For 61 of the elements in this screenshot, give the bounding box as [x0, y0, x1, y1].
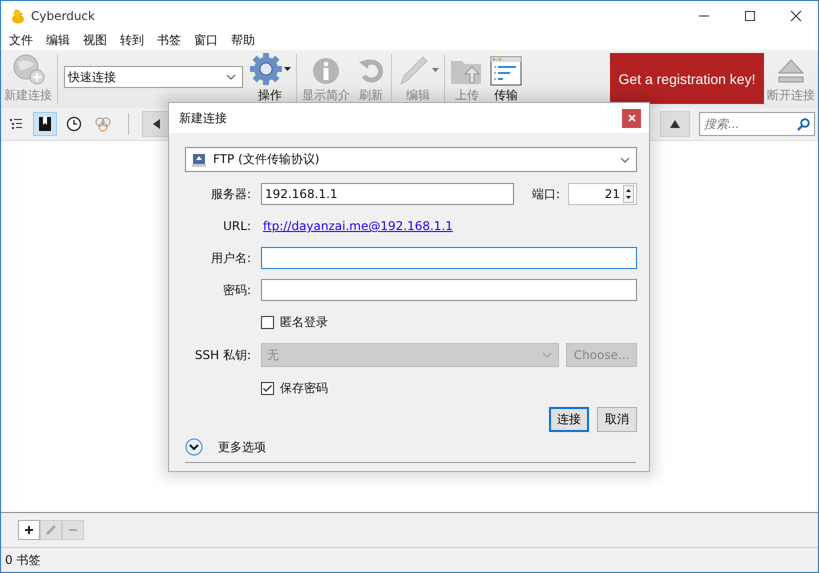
cancel-button[interactable]: 取消 [597, 407, 637, 432]
close-button[interactable] [622, 108, 641, 128]
quick-connect-combo[interactable]: 快速连接 [64, 66, 243, 88]
close-icon [628, 114, 636, 122]
menu-item[interactable]: 文件 [9, 32, 33, 48]
server-drive-icon [191, 152, 207, 168]
server-field[interactable]: 192.168.1.1 [261, 183, 514, 205]
gear-icon [249, 52, 283, 86]
password-field[interactable] [261, 279, 637, 301]
clock-icon [66, 116, 82, 132]
url-label: URL: [222, 219, 251, 233]
left-triangle-icon [153, 119, 161, 129]
window-title: Cyberduck [31, 8, 95, 22]
anonymous-label: 匿名登录 [280, 314, 328, 330]
rings-icon [94, 116, 112, 132]
menu-item[interactable]: 编辑 [46, 32, 70, 48]
port-label: 端口: [532, 186, 560, 202]
transfer-list-icon [490, 56, 522, 86]
username-field[interactable] [261, 247, 637, 269]
port-field[interactable]: 21 [568, 183, 637, 205]
bookmark-icon [38, 116, 52, 132]
more-options-label[interactable]: 更多选项 [218, 438, 266, 456]
registration-button[interactable]: Get a registration key! [610, 53, 764, 104]
status-text: 0 书签 [5, 552, 40, 568]
server-label: 服务器: [210, 186, 251, 202]
up-button[interactable] [660, 111, 690, 137]
caret-icon [284, 67, 291, 71]
save-password-label: 保存密码 [280, 380, 328, 396]
pencil-icon [45, 524, 57, 536]
menu-item[interactable]: 书签 [157, 32, 181, 48]
dialog-title: 新建连接 [179, 110, 227, 126]
menu-item[interactable]: 转到 [120, 32, 144, 48]
up-triangle-icon [670, 120, 680, 128]
menu-item[interactable]: 窗口 [194, 32, 218, 48]
plus-icon [24, 525, 34, 535]
password-label: 密码: [222, 282, 251, 298]
menu-item[interactable]: 视图 [83, 32, 107, 48]
add-button[interactable] [18, 520, 40, 540]
chevron-down-icon [226, 74, 236, 80]
caret-icon [432, 68, 439, 72]
expand-icon[interactable] [185, 438, 203, 456]
username-label: 用户名: [210, 250, 251, 266]
chevron-down-icon [620, 156, 630, 162]
connect-button[interactable]: 连接 [549, 407, 589, 432]
protocol-select[interactable]: FTP (文件传输协议) [185, 147, 637, 172]
spinner-icon[interactable] [623, 185, 634, 203]
chevron-down-icon [542, 352, 552, 358]
maximize-icon[interactable] [744, 10, 756, 22]
url-link[interactable]: ftp://dayanzai.me@192.168.1.1 [263, 219, 453, 233]
anonymous-checkbox[interactable] [261, 316, 274, 328]
outline-list-icon [9, 117, 23, 131]
duck-icon [11, 8, 25, 24]
close-icon[interactable] [790, 10, 802, 22]
search-icon[interactable] [797, 118, 810, 131]
save-password-checkbox[interactable] [261, 382, 274, 394]
menu-item[interactable]: 帮助 [231, 32, 255, 48]
ssh-key-label: SSH 私钥: [194, 346, 251, 364]
info-icon [311, 56, 341, 86]
search-field[interactable]: 搜索... [699, 112, 815, 136]
bookmarks-view-tab[interactable] [33, 112, 57, 136]
minus-icon [68, 528, 78, 532]
